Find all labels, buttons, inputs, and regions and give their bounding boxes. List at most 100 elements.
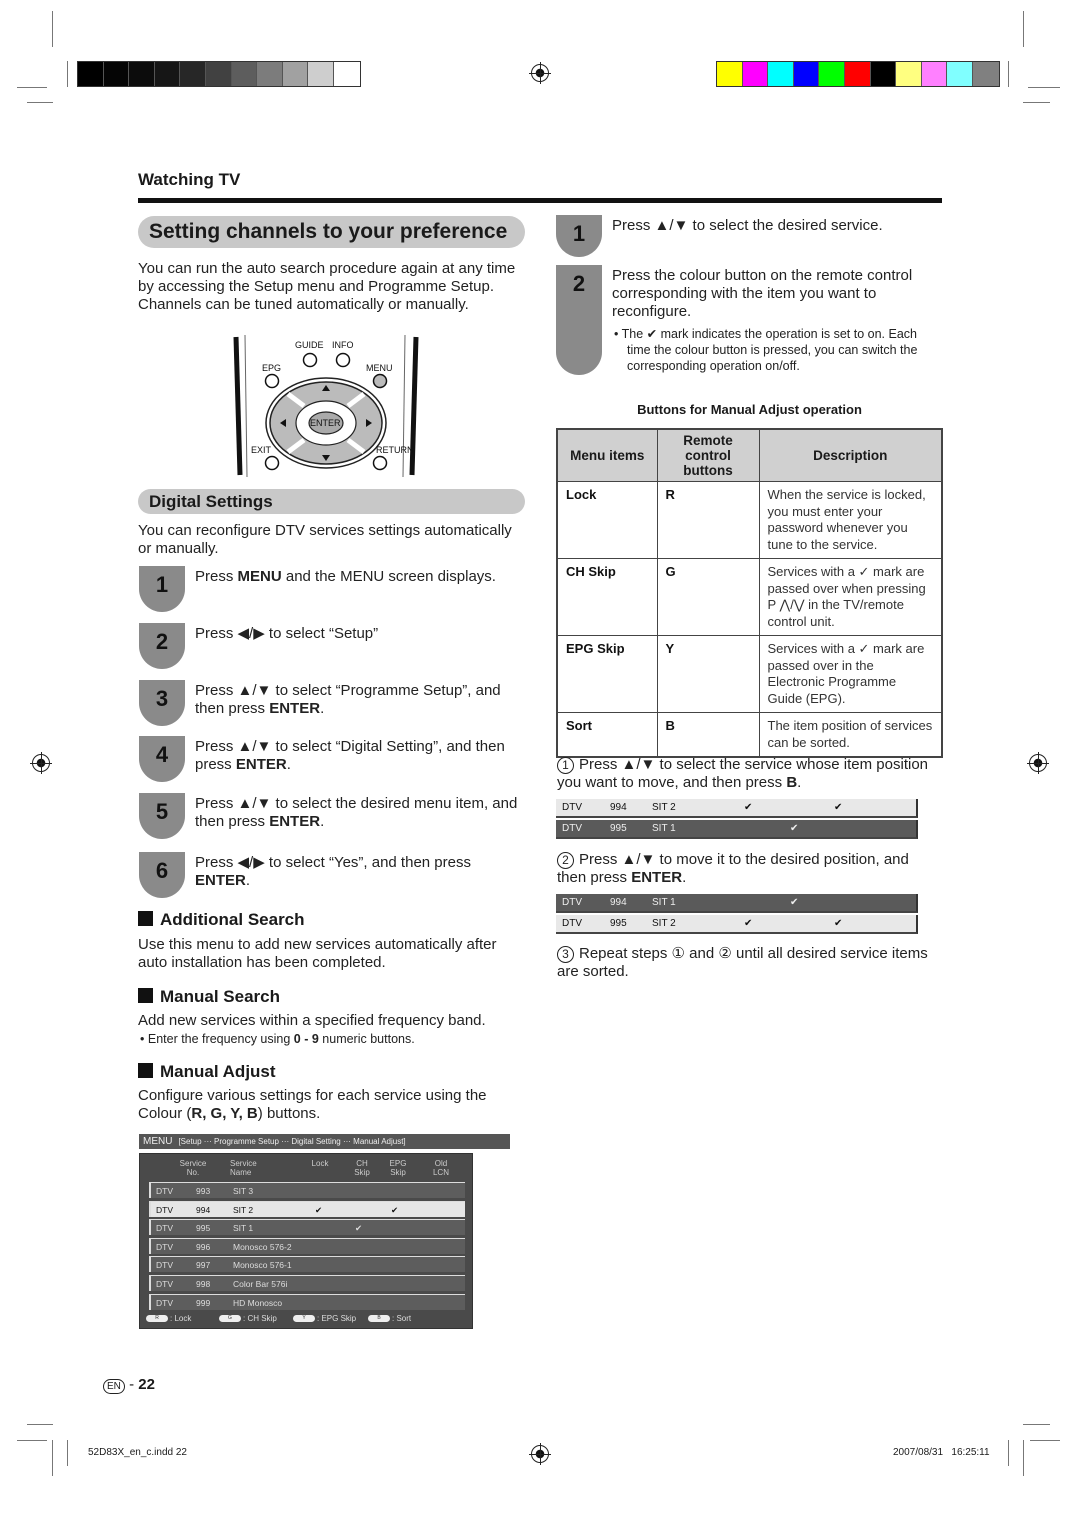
epg-label: EPG xyxy=(262,363,281,373)
menu-path: [Setup ··· Programme Setup ··· Digital S… xyxy=(178,1137,406,1146)
service-row[interactable]: DTV 994 SIT 2 ✔ ✔ xyxy=(149,1200,465,1217)
gray-calibration-bar xyxy=(77,61,361,87)
service-ch: ✔ xyxy=(790,897,799,908)
service-no: 999 xyxy=(196,1297,211,1308)
sort-step-1: 1 Press ▲/▼ to select the service whose i… xyxy=(557,756,942,792)
manual-adjust-title: Manual Adjust xyxy=(160,1062,276,1081)
text: . xyxy=(320,813,325,830)
step-number-badge: 1 xyxy=(556,215,602,257)
table-cell-item: Sort xyxy=(556,712,658,758)
sort-step-3: 3 Repeat steps ① and ② until all desired … xyxy=(557,945,942,981)
service-ch: ✔ xyxy=(790,823,799,834)
enter-label: ENTER xyxy=(310,418,341,428)
step-number-badge: 1 xyxy=(139,566,185,612)
table-cell-desc: When the service is locked, you must ent… xyxy=(758,481,943,559)
service-ch: ✔ xyxy=(355,1223,363,1234)
color-swatch xyxy=(896,62,922,86)
table-cell-item: EPG Skip xyxy=(556,635,658,713)
color-swatch xyxy=(308,62,334,86)
key: B xyxy=(786,774,798,791)
color-swatch xyxy=(333,62,360,86)
step-text: Press the colour button on the remote co… xyxy=(612,267,913,320)
crop-mark xyxy=(17,87,47,88)
service-name: SIT 1 xyxy=(233,1223,254,1234)
text: Press ▲/▼ to move it to the desired posi… xyxy=(557,851,909,886)
service-no: 994 xyxy=(610,802,627,813)
service-epg: ✔ xyxy=(834,918,843,929)
table-header: Menu items xyxy=(556,428,658,482)
legend-label: : CH Skip xyxy=(243,1314,277,1323)
service-row[interactable]: DTV 997 Monosco 576-1 xyxy=(149,1256,465,1273)
buttons-table: Menu items Remote control buttons Descri… xyxy=(556,428,943,758)
service-name: HD Monosco xyxy=(233,1297,283,1308)
service-row[interactable]: DTV 999 HD Monosco xyxy=(149,1293,465,1310)
service-no: 995 xyxy=(610,823,627,834)
crop-mark xyxy=(1023,11,1024,47)
crop-mark xyxy=(1030,1440,1060,1441)
header-rule xyxy=(138,198,942,203)
crop-mark xyxy=(27,1424,53,1425)
page-number: EN - 22 xyxy=(103,1376,155,1394)
step-text: Press MENU and the MENU screen displays. xyxy=(195,568,530,586)
text: and the MENU screen displays. xyxy=(281,568,496,585)
color-swatch xyxy=(717,62,743,86)
service-name: SIT 1 xyxy=(652,823,676,834)
service-lock: ✔ xyxy=(744,802,753,813)
service-name: SIT 2 xyxy=(652,918,676,929)
color-swatch xyxy=(742,62,769,86)
crop-mark xyxy=(27,102,53,103)
text: Press ◀/▶ to select “Setup” xyxy=(195,625,379,642)
table-row: EPG Skip Y Services with a ✓ mark are pass… xyxy=(556,635,943,713)
color-swatch xyxy=(972,62,999,86)
service-type: DTV xyxy=(156,1241,173,1252)
sort-step-2: 2 Press ▲/▼ to move it to the desired pos… xyxy=(557,851,942,887)
menu-label: MENU xyxy=(366,363,393,373)
colour-button-icon: B xyxy=(368,1315,390,1322)
section-title: Watching TV xyxy=(138,170,241,189)
service-type: DTV xyxy=(562,897,582,908)
step-number-badge: 2 xyxy=(556,265,602,375)
legend-label: : Lock xyxy=(170,1314,192,1323)
key: ENTER xyxy=(631,869,683,886)
language-badge: EN xyxy=(103,1379,125,1394)
exit-label: EXIT xyxy=(251,445,272,455)
step-number-badge: 2 xyxy=(139,623,185,669)
service-type: DTV xyxy=(156,1223,173,1234)
step-number-badge: 6 xyxy=(139,852,185,898)
additional-search-text: Use this menu to add new services automa… xyxy=(138,936,497,971)
table-row: Lock R When the service is locked, you mus… xyxy=(556,481,943,559)
table-cell-desc: Services with a ✓ mark are passed over w… xyxy=(758,558,943,636)
sort-service-row: DTV 994 SIT 2 ✔ ✔ xyxy=(556,799,918,818)
legend-label: : Sort xyxy=(392,1314,412,1323)
service-row[interactable]: DTV 995 SIT 1 ✔ xyxy=(149,1219,465,1236)
text: . xyxy=(245,872,251,889)
registration-mark-icon xyxy=(30,752,52,774)
crop-mark xyxy=(1023,1424,1050,1425)
crop-mark xyxy=(52,1440,53,1476)
service-no: 993 xyxy=(196,1186,211,1196)
step-text: Press ◀/▶ to select “Setup” xyxy=(195,625,530,643)
table-header: Remote control buttons xyxy=(656,428,760,482)
service-type: DTV xyxy=(156,1297,173,1308)
remote-control-illustration: GUIDE INFO EPG MENU ENTER EXIT RETURN xyxy=(233,335,419,478)
service-row[interactable]: DTV 993 SIT 3 xyxy=(149,1182,465,1198)
text: Press xyxy=(195,568,238,585)
text: Press ▲/▼ to select the service whose it… xyxy=(557,756,928,791)
service-name: SIT 3 xyxy=(233,1186,254,1196)
service-type: DTV xyxy=(562,823,582,834)
step-number-badge: 5 xyxy=(139,793,185,839)
additional-search-heading: Additional Search xyxy=(138,910,305,930)
registration-mark-icon xyxy=(529,62,551,84)
text: . xyxy=(320,700,325,717)
service-row[interactable]: DTV 998 Color Bar 576i xyxy=(149,1275,465,1291)
table-caption: Buttons for Manual Adjust operation xyxy=(637,402,862,417)
service-no: 997 xyxy=(196,1260,211,1271)
service-row[interactable]: DTV 996 Monosco 576-2 xyxy=(149,1237,465,1254)
step-text: Press ▲/▼ to select the desired menu ite… xyxy=(195,795,530,831)
color-swatch xyxy=(921,62,948,86)
square-bullet-icon xyxy=(138,988,153,1003)
service-type: DTV xyxy=(562,802,582,813)
column-header: Service No. xyxy=(179,1159,207,1177)
service-epg: ✔ xyxy=(391,1204,399,1215)
color-swatch xyxy=(947,62,973,86)
